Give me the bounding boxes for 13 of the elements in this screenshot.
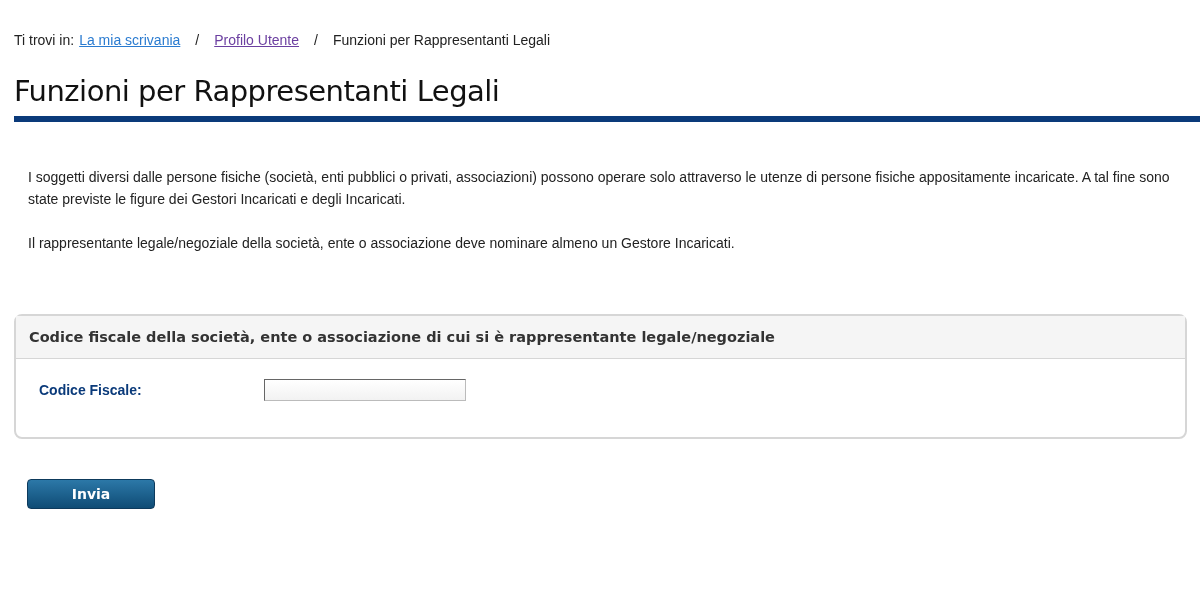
breadcrumb-label: Ti trovi in: <box>14 32 75 48</box>
submit-button[interactable]: Invia <box>27 479 155 509</box>
breadcrumb-current: Funzioni per Rappresentanti Legali <box>332 32 551 48</box>
breadcrumb-link[interactable]: La mia scrivania <box>79 32 181 48</box>
breadcrumb-separator: / <box>314 32 318 48</box>
field-label: Codice Fiscale: <box>39 382 143 398</box>
panel-header: Codice fiscale della società, ente o associazione di cui si è rappresentante legale/negoziale <box>16 316 1185 359</box>
breadcrumb-link[interactable]: Profilo Utente <box>214 32 300 48</box>
paragraph: Il rappresentante legale/negoziale della società, ente o associazione deve nominare almeno un Gestore Incaricati. <box>28 234 736 253</box>
input-field[interactable] <box>264 379 466 401</box>
page-title: Funzioni per Rappresentanti Legali <box>14 74 1200 122</box>
paragraph: I soggetti diversi dalle persone fisiche (società, enti pubblici o privati, associazioni) possono operare solo attraverso le utenze di persone fisiche appositamente incaricate. A tal fine sono state previste le figure dei Gestori Incaricati e degli Incaricati. <box>28 168 1170 209</box>
breadcrumb-separator: / <box>195 32 200 48</box>
